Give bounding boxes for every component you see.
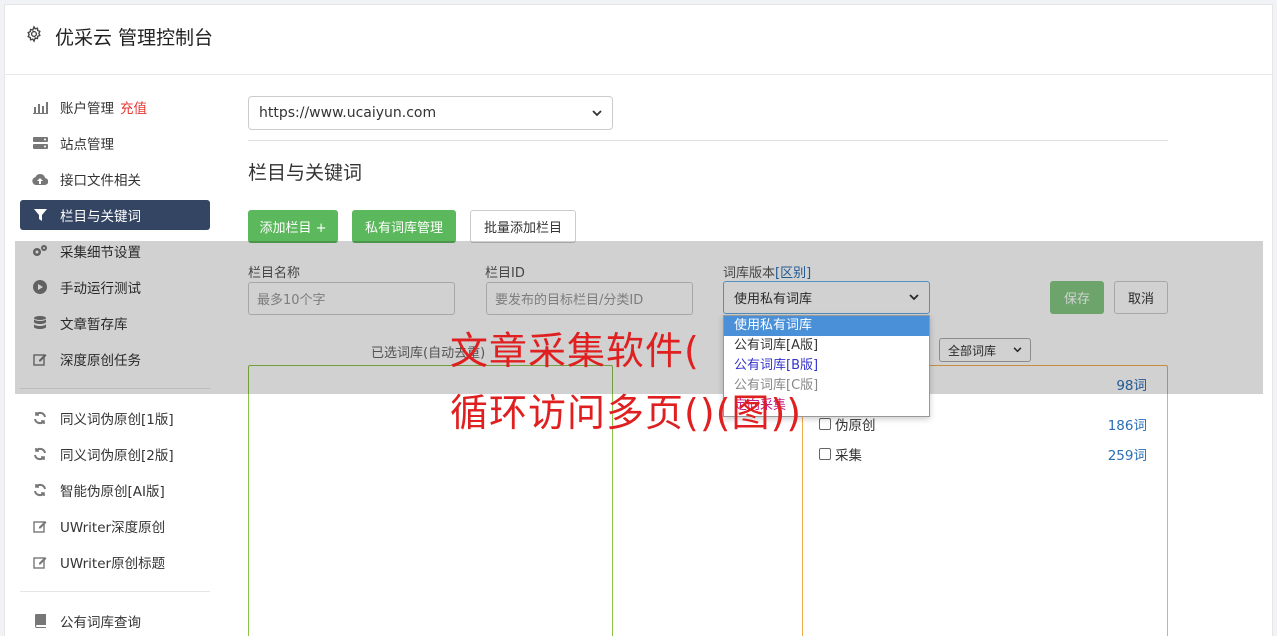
sidebar-item-label: 同义词伪原创[2版] [60, 448, 174, 464]
library-name: 伪原创 [835, 418, 876, 434]
recharge-link[interactable]: 充值 [120, 97, 147, 117]
sidebar-item-synonym-v2[interactable]: 同义词伪原创[2版] [20, 439, 210, 469]
sidebar-item-label: UWriter原创标题 [60, 556, 166, 572]
batch-add-button[interactable]: 批量添加栏目 [470, 210, 576, 243]
filter-icon [32, 207, 48, 223]
site-select[interactable]: https://www.ucaiyun.com [248, 96, 613, 130]
refresh-icon [32, 446, 48, 462]
header: 优采云 管理控制台 [5, 5, 1272, 75]
sidebar-item-public-lib[interactable]: 公有词库查询 [20, 606, 210, 636]
book-icon [32, 613, 48, 629]
app-title: 优采云 管理控制台 [55, 27, 214, 49]
divider [248, 140, 1168, 141]
edit-icon [32, 554, 48, 570]
refresh-icon [32, 410, 48, 426]
sidebar-item-label: 智能伪原创[AI版] [60, 484, 165, 500]
sidebar-item-synonym-v1[interactable]: 同义词伪原创[1版] [20, 403, 210, 433]
sidebar-item-sites[interactable]: 站点管理 [20, 128, 210, 158]
library-row[interactable]: 采集 259词 [819, 444, 1149, 464]
section-title: 栏目与关键词 [248, 162, 363, 184]
library-checkbox[interactable] [819, 448, 831, 460]
server-icon [32, 135, 48, 151]
watermark-line-2: 循环访问多页()(图)) [450, 391, 803, 435]
dropdown-option[interactable]: 公有词库[A版] [724, 336, 929, 356]
bar-chart-icon [32, 99, 48, 115]
sidebar-item-uwriter-title[interactable]: UWriter原创标题 [20, 547, 210, 577]
gear-icon [27, 25, 41, 43]
dropdown-option[interactable]: 公有词库[B版] [724, 356, 929, 376]
library-count: 259词 [1107, 448, 1147, 464]
chevron-down-icon [592, 109, 602, 116]
sidebar-divider [20, 591, 210, 592]
add-column-button[interactable]: 添加栏目 + [248, 210, 338, 243]
sidebar-item-label: 接口文件相关 [60, 173, 141, 189]
sidebar-item-label: UWriter深度原创 [60, 520, 166, 536]
sidebar-item-ai-rewrite[interactable]: 智能伪原创[AI版] [20, 475, 210, 505]
sidebar-item-label: 账户管理 [60, 101, 114, 117]
sidebar-item-columns-keywords[interactable]: 栏目与关键词 [20, 200, 210, 230]
sidebar-item-label: 栏目与关键词 [60, 209, 141, 225]
library-name: 采集 [835, 448, 862, 464]
site-select-value: https://www.ucaiyun.com [259, 105, 437, 121]
watermark-line-1: 文章采集软件( [450, 329, 700, 373]
sidebar-item-label: 公有词库查询 [60, 615, 141, 631]
sidebar-item-api-files[interactable]: 接口文件相关 [20, 164, 210, 194]
sidebar-item-label: 站点管理 [60, 137, 114, 153]
sidebar-item-label: 同义词伪原创[1版] [60, 412, 174, 428]
library-row[interactable]: 伪原创 186词 [819, 414, 1149, 434]
dropdown-option[interactable]: 使用私有词库 [724, 316, 929, 336]
refresh-icon [32, 482, 48, 498]
sidebar-item-uwriter-deep[interactable]: UWriter深度原创 [20, 511, 210, 541]
library-count: 186词 [1107, 418, 1147, 434]
sidebar-item-account[interactable]: 账户管理 充值 [20, 92, 210, 122]
private-library-button[interactable]: 私有词库管理 [352, 210, 456, 243]
cloud-upload-icon [32, 171, 48, 187]
library-checkbox[interactable] [819, 418, 831, 430]
edit-icon [32, 518, 48, 534]
